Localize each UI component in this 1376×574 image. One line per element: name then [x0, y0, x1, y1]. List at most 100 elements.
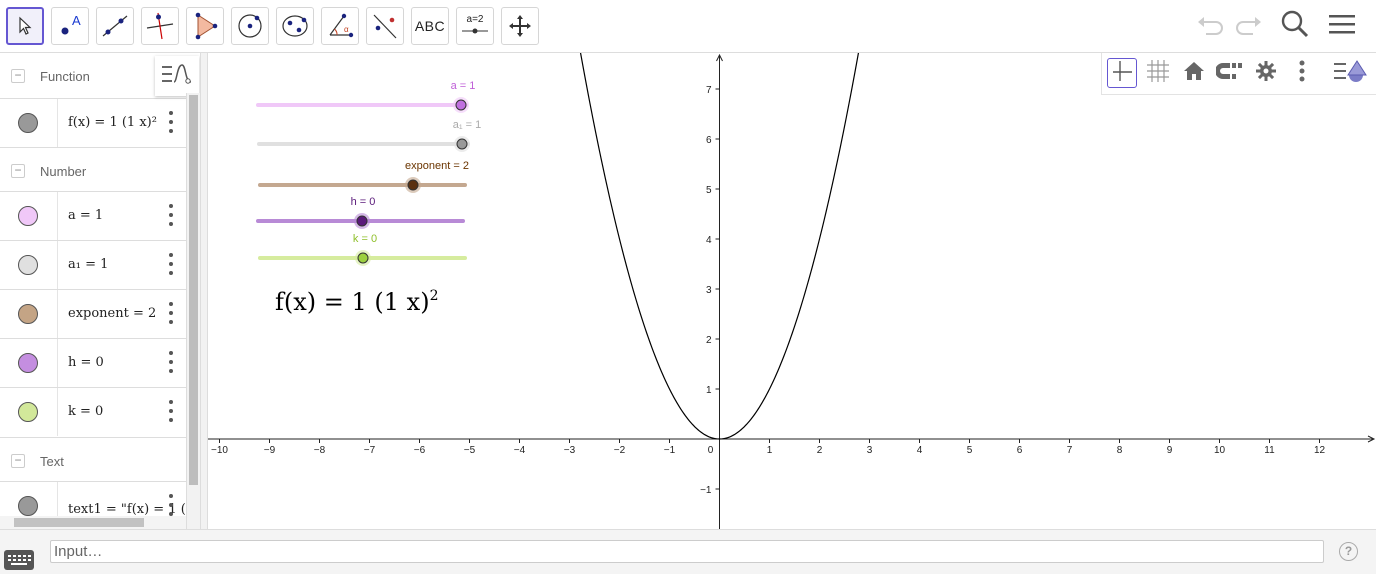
graphics-view-menu-button[interactable] — [1333, 58, 1367, 89]
slider-knob[interactable] — [455, 99, 467, 111]
ellipse-tool-button[interactable] — [276, 7, 314, 45]
menu-icon — [1328, 12, 1356, 41]
algebra-horizontal-scrollbar[interactable] — [0, 516, 186, 529]
algebra-item-a[interactable]: a = 1 — [0, 191, 186, 240]
polygon-tool-button[interactable] — [186, 7, 224, 45]
algebra-item-f[interactable]: f(x) = 1 (1 x)² — [0, 98, 186, 147]
function-text-base: f(x) = 1 (1 x) — [275, 288, 430, 316]
category-text[interactable]: − Text — [0, 437, 186, 483]
collapse-icon[interactable]: − — [11, 69, 25, 83]
angle-tool-button[interactable]: α — [321, 7, 359, 45]
algebra-expression: k = 0 — [68, 404, 104, 419]
algebra-expression: f(x) = 1 (1 x)² — [68, 115, 157, 130]
algebra-view-toggle-button[interactable] — [155, 56, 199, 96]
algebra-item-h[interactable]: h = 0 — [0, 338, 186, 387]
text-tool-button[interactable]: ABC — [411, 7, 449, 45]
arrow-pointer-icon — [14, 15, 36, 37]
line-tool-button[interactable] — [96, 7, 134, 45]
standard-view-button[interactable] — [1179, 58, 1209, 88]
graph-canvas[interactable]: −10 −9 −8 −7 −6 −5 −4 −3 −2 −1 0 1 2 3 4 5 6 7 8 9 10 11 12−11… — [208, 53, 1376, 529]
scrollbar-thumb[interactable] — [189, 95, 198, 485]
x-tick-label: 8 — [1117, 445, 1123, 456]
graphics-view[interactable]: −10 −9 −8 −7 −6 −5 −4 −3 −2 −1 0 1 2 3 4 5 6 7 8 9 10 11 12 −1 1… — [208, 53, 1376, 529]
category-number[interactable]: − Number — [0, 147, 186, 193]
graphics-view-icon — [1333, 58, 1367, 89]
x-tick-label: 4 — [917, 445, 923, 456]
toggle-grid-button[interactable] — [1143, 58, 1173, 88]
collapse-icon[interactable]: − — [11, 164, 25, 178]
item-divider — [57, 388, 58, 436]
slider-a1[interactable]: a₁ = 1 — [257, 119, 481, 152]
undo-button[interactable] — [1195, 10, 1227, 42]
search-button[interactable] — [1279, 10, 1311, 42]
visibility-marble-icon[interactable] — [18, 496, 38, 516]
x-tick-label: 3 — [867, 445, 873, 456]
visibility-marble-icon[interactable] — [18, 353, 38, 373]
reflect-tool-button[interactable] — [366, 7, 404, 45]
slider-h[interactable]: h = 0 — [256, 196, 465, 229]
redo-button[interactable] — [1232, 10, 1264, 42]
algebra-vertical-scrollbar[interactable] — [186, 93, 200, 529]
y-tick-label: 1 — [706, 385, 712, 396]
more-options-icon[interactable] — [165, 494, 177, 516]
perpendicular-line-tool-button[interactable] — [141, 7, 179, 45]
x-tick-label: −5 — [464, 445, 476, 456]
item-divider — [57, 241, 58, 289]
x-tick-label: 7 — [1067, 445, 1073, 456]
algebra-expression: exponent = 2 — [68, 306, 157, 321]
x-tick-label: −4 — [514, 445, 526, 456]
x-tick-label: −8 — [314, 445, 326, 456]
slider-knob[interactable] — [357, 252, 369, 264]
grid-icon — [1145, 58, 1171, 89]
item-divider — [57, 192, 58, 240]
visibility-marble-icon[interactable] — [18, 304, 38, 324]
x-tick-label: −6 — [414, 445, 426, 456]
y-tick-label: 4 — [706, 235, 712, 246]
point-capturing-button[interactable] — [1215, 58, 1245, 88]
circle-tool-button[interactable] — [231, 7, 269, 45]
svg-text:A: A — [72, 13, 81, 28]
more-options-icon[interactable] — [165, 400, 177, 422]
visibility-marble-icon[interactable] — [18, 255, 38, 275]
point-tool-button[interactable]: A — [51, 7, 89, 45]
more-options-icon[interactable] — [165, 111, 177, 133]
collapse-icon[interactable]: − — [11, 454, 25, 468]
geogebra-app: A α ABC a=2 − Function f(x) = 1 (1 x)² −… — [0, 0, 1376, 574]
gear-icon — [1255, 60, 1277, 87]
toggle-axes-button[interactable] — [1107, 58, 1137, 88]
more-style-options-button[interactable] — [1287, 58, 1317, 88]
algebra-expression: h = 0 — [68, 355, 104, 370]
move-graphics-tool-button[interactable] — [501, 7, 539, 45]
slider-knob[interactable] — [356, 215, 368, 227]
more-options-icon[interactable] — [165, 253, 177, 275]
keyboard-button[interactable] — [4, 550, 34, 570]
item-divider — [57, 290, 58, 338]
algebra-item-a1[interactable]: a₁ = 1 — [0, 240, 186, 289]
graphics-settings-button[interactable] — [1251, 58, 1281, 88]
algebra-input-field[interactable] — [50, 540, 1324, 563]
visibility-marble-icon[interactable] — [18, 206, 38, 226]
more-options-icon[interactable] — [165, 351, 177, 373]
scrollbar-thumb[interactable] — [14, 518, 144, 527]
slider-tool-button[interactable]: a=2 — [456, 7, 494, 45]
slider-knob[interactable] — [456, 138, 468, 150]
algebra-item-exponent[interactable]: exponent = 2 — [0, 289, 186, 338]
slider-exponent[interactable]: exponent = 2 — [258, 160, 469, 193]
visibility-marble-icon[interactable] — [18, 113, 38, 133]
algebra-item-k[interactable]: k = 0 — [0, 387, 186, 436]
sliders[interactable]: a = 1 a₁ = 1 exponent = 2 h = 0 k = 0 — [256, 80, 481, 266]
text-icon: ABC — [414, 18, 446, 34]
slider-a[interactable]: a = 1 — [256, 80, 475, 113]
x-tick-label: −9 — [264, 445, 276, 456]
slider-k[interactable]: k = 0 — [258, 233, 467, 266]
slider-knob[interactable] — [407, 179, 419, 191]
more-options-icon[interactable] — [165, 302, 177, 324]
category-label: Number — [40, 164, 87, 179]
view-splitter[interactable] — [200, 53, 208, 529]
more-options-icon[interactable] — [165, 204, 177, 226]
help-icon[interactable]: ? — [1339, 542, 1358, 561]
move-tool-button[interactable] — [6, 7, 44, 45]
menu-button[interactable] — [1326, 10, 1358, 42]
visibility-marble-icon[interactable] — [18, 402, 38, 422]
function-text[interactable]: f(x) = 1 (1 x)2 — [275, 288, 439, 316]
